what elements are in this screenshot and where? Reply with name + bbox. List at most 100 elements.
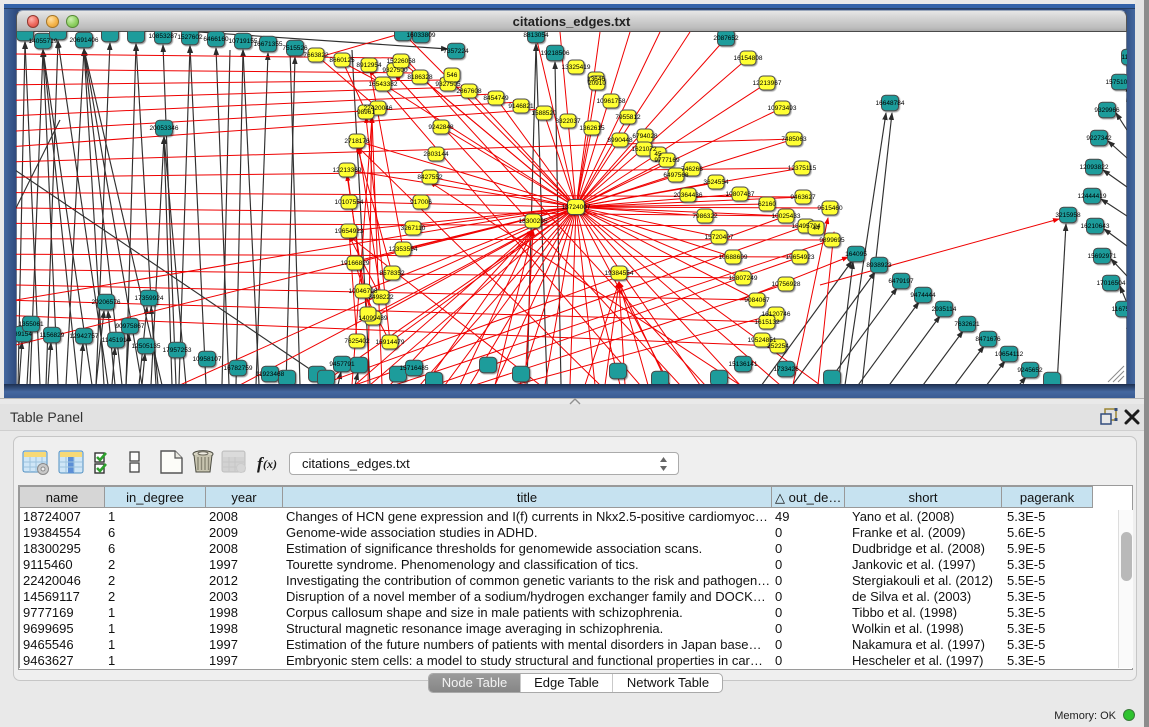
- svg-text:2087652: 2087652: [713, 35, 739, 42]
- svg-text:9899695: 9899695: [819, 237, 845, 244]
- svg-text:10107554: 10107554: [335, 199, 364, 206]
- svg-text:8660125: 8660125: [329, 57, 355, 64]
- svg-text:9227342: 9227342: [1086, 135, 1112, 142]
- svg-text:9474444: 9474444: [910, 292, 936, 299]
- svg-text:10973493: 10973493: [768, 105, 797, 112]
- svg-text:9242848: 9242848: [428, 124, 454, 131]
- svg-text:7357224: 7357224: [443, 48, 469, 55]
- svg-text:10853287: 10853287: [149, 33, 178, 40]
- svg-text:7625402: 7625402: [344, 338, 370, 345]
- svg-text:16210643: 16210643: [1081, 223, 1110, 230]
- svg-text:1167533: 1167533: [1112, 306, 1137, 313]
- svg-text:8427552: 8427552: [417, 174, 443, 181]
- svg-text:1588520: 1588520: [531, 110, 557, 117]
- svg-text:15720407: 15720407: [705, 234, 734, 241]
- svg-text:10654112: 10654112: [995, 351, 1024, 358]
- svg-text:20053346: 20053346: [150, 125, 179, 132]
- svg-text:6466160: 6466160: [203, 36, 229, 43]
- svg-text:62160: 62160: [758, 201, 776, 208]
- svg-text:9329966: 9329966: [1094, 107, 1120, 114]
- svg-text:98961: 98961: [357, 109, 375, 116]
- svg-text:10688609: 10688609: [719, 254, 748, 261]
- svg-text:8454749: 8454749: [483, 95, 509, 102]
- svg-text:18807249: 18807249: [729, 275, 758, 282]
- svg-text:8813054: 8813054: [523, 32, 549, 39]
- svg-text:20910: 20910: [588, 80, 606, 87]
- svg-text:17957253: 17957253: [163, 347, 192, 354]
- svg-text:20206576: 20206576: [92, 299, 121, 306]
- svg-text:252254: 252254: [767, 343, 789, 350]
- svg-text:12353594: 12353594: [389, 246, 418, 253]
- svg-text:16914479: 16914479: [376, 339, 405, 346]
- svg-text:17016504: 17016504: [1097, 280, 1126, 287]
- svg-text:1615132: 1615132: [754, 319, 780, 326]
- svg-text:12505135: 12505135: [132, 343, 161, 350]
- svg-text:8938923: 8938923: [866, 262, 892, 269]
- svg-text:8578352: 8578352: [379, 270, 405, 277]
- svg-text:3624554: 3624554: [703, 179, 729, 186]
- svg-text:3498222: 3498222: [368, 294, 394, 301]
- svg-text:10756928: 10756928: [772, 281, 801, 288]
- svg-text:44: 44: [812, 225, 820, 232]
- svg-text:12375115: 12375115: [788, 165, 817, 172]
- svg-text:6497568: 6497568: [663, 172, 689, 179]
- svg-text:8186328: 8186328: [407, 74, 433, 81]
- svg-text:2718176: 2718176: [344, 138, 370, 145]
- svg-text:19654923: 19654923: [786, 254, 815, 261]
- svg-text:546: 546: [447, 72, 458, 79]
- svg-text:12444419: 12444419: [1078, 193, 1107, 200]
- svg-text:10025433: 10025433: [772, 213, 801, 220]
- svg-text:7663822: 7663822: [303, 52, 329, 59]
- svg-text:8471676: 8471676: [975, 336, 1001, 343]
- svg-text:2867608: 2867608: [456, 88, 482, 95]
- svg-text:7515526: 7515526: [282, 45, 308, 52]
- svg-text:16154808: 16154808: [734, 55, 763, 62]
- svg-text:14055719: 14055719: [29, 38, 58, 45]
- svg-text:16120746: 16120746: [762, 311, 791, 318]
- svg-text:1527602: 1527602: [177, 34, 203, 41]
- svg-text:1362615: 1362615: [579, 125, 605, 132]
- svg-text:19384554: 19384554: [605, 270, 634, 277]
- svg-text:17359924: 17359924: [135, 295, 164, 302]
- svg-text:7986322: 7986322: [692, 213, 718, 220]
- svg-text:1355061: 1355061: [18, 321, 44, 328]
- svg-text:16782759: 16782759: [224, 365, 253, 372]
- svg-text:12213967: 12213967: [753, 80, 782, 87]
- svg-text:1156829: 1156829: [40, 332, 65, 339]
- svg-text:3267110: 3267110: [401, 225, 426, 232]
- svg-text:2803144: 2803144: [423, 151, 449, 158]
- svg-text:15716485: 15716485: [400, 365, 429, 372]
- svg-text:10807487: 10807487: [726, 191, 755, 198]
- svg-text:16671355: 16671355: [254, 41, 283, 48]
- svg-text:12093822: 12093822: [1080, 164, 1109, 171]
- svg-text:13325419: 13325419: [562, 64, 591, 71]
- svg-text:9457791: 9457791: [329, 361, 355, 368]
- svg-text:9327500: 9327500: [382, 67, 408, 74]
- svg-text:39154: 39154: [14, 331, 32, 338]
- svg-text:20364436: 20364436: [674, 192, 703, 199]
- svg-text:18724007: 18724007: [562, 204, 591, 211]
- svg-text:9463627: 9463627: [790, 194, 816, 201]
- svg-text:8990448: 8990448: [607, 137, 633, 144]
- svg-text:16648784: 16648784: [876, 100, 905, 107]
- svg-text:20691406: 20691406: [70, 37, 99, 44]
- svg-text:18300295: 18300295: [519, 218, 548, 225]
- svg-text:9245652: 9245652: [1017, 367, 1043, 374]
- svg-text:12942757: 12942757: [70, 333, 99, 340]
- svg-text:11451914: 11451914: [102, 337, 131, 344]
- svg-text:7955812: 7955812: [615, 114, 641, 121]
- svg-text:19218506: 19218506: [541, 50, 570, 57]
- svg-text:15136141: 15136141: [729, 361, 758, 368]
- svg-text:11923468: 11923468: [256, 371, 285, 378]
- svg-text:6479197: 6479197: [888, 278, 914, 285]
- svg-text:917006: 917006: [410, 199, 432, 206]
- svg-text:9777169: 9777169: [654, 157, 680, 164]
- svg-text:10958107: 10958107: [193, 356, 222, 363]
- svg-text:14099489: 14099489: [359, 315, 388, 322]
- svg-text:15226058: 15226058: [387, 58, 416, 65]
- svg-text:2935114: 2935114: [932, 306, 957, 313]
- svg-text:16033809: 16033809: [407, 32, 436, 39]
- svg-text:1621072: 1621072: [631, 146, 657, 153]
- svg-text:9327505: 9327505: [435, 81, 461, 88]
- svg-text:12213369: 12213369: [333, 167, 362, 174]
